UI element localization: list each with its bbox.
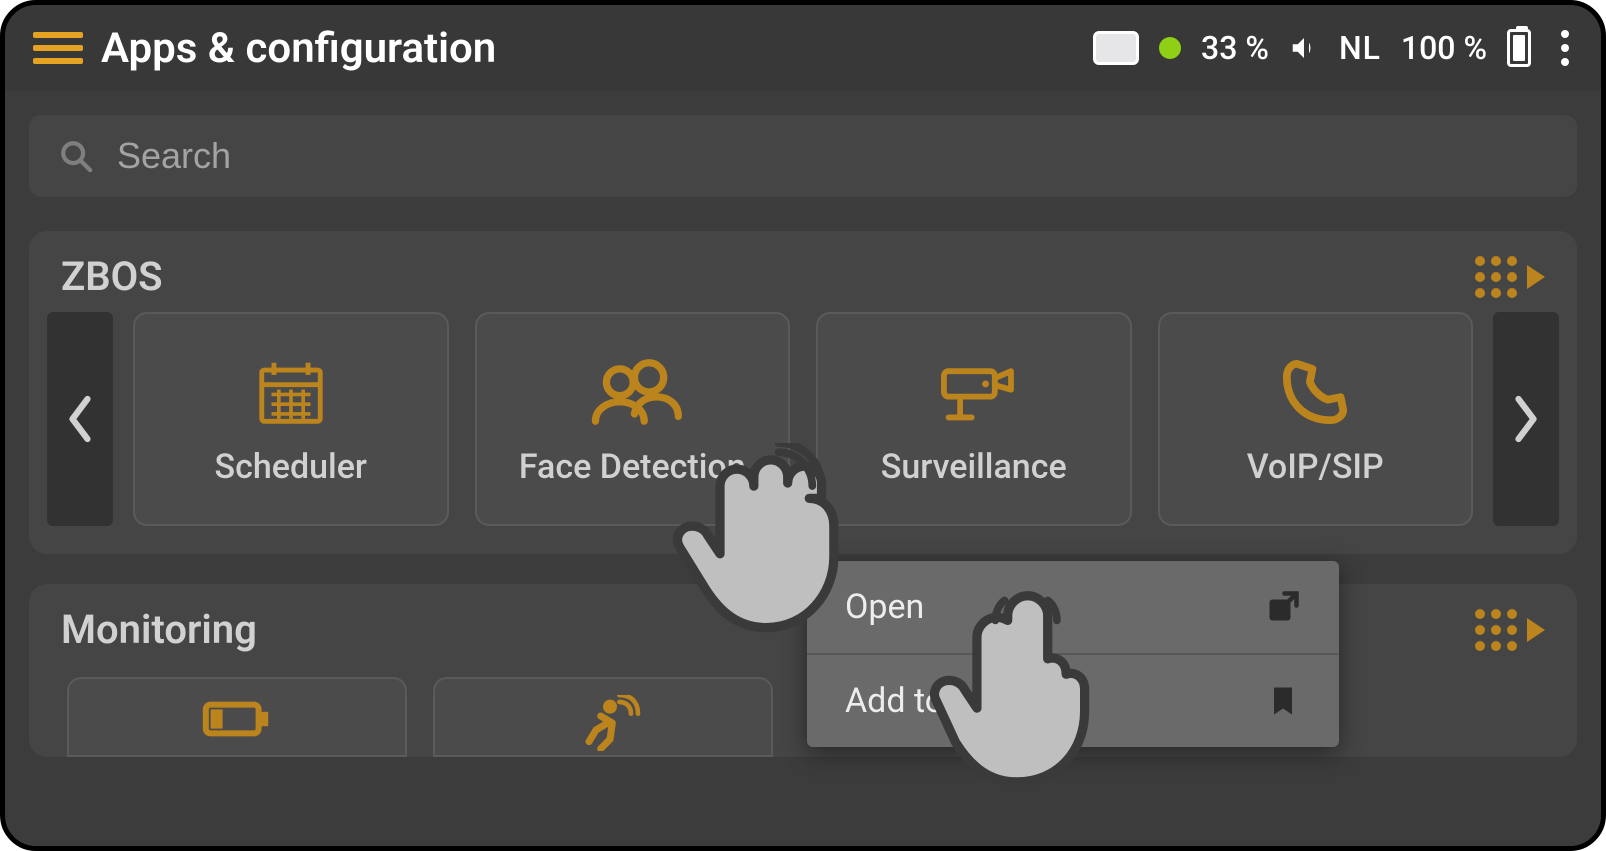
- tile-label: Face Detection: [519, 447, 746, 487]
- menu-button[interactable]: [33, 28, 83, 68]
- view-toggle-monitoring[interactable]: [1475, 609, 1545, 651]
- grid-icon: [1475, 609, 1517, 651]
- tile-monitoring-1[interactable]: [67, 677, 407, 757]
- tile-label: Scheduler: [215, 447, 367, 487]
- overflow-menu-button[interactable]: [1551, 24, 1579, 72]
- tile-monitoring-2[interactable]: [433, 677, 773, 757]
- device-frame: Apps & configuration 33 % NL 100 %: [0, 0, 1606, 851]
- camera-icon: [926, 351, 1022, 433]
- grid-icon: [1475, 256, 1517, 298]
- context-menu-add-sidebar[interactable]: Add to sidebar: [807, 653, 1339, 747]
- page-title: Apps & configuration: [101, 24, 1075, 73]
- chevron-right-icon: [1509, 394, 1543, 444]
- tile-face-detection[interactable]: Face Detection: [475, 312, 791, 526]
- search-icon: [59, 139, 93, 173]
- brightness-percent: 33 %: [1201, 29, 1269, 67]
- context-menu-label: Add to sidebar: [845, 681, 1065, 721]
- top-bar: Apps & configuration 33 % NL 100 %: [5, 5, 1601, 91]
- carousel-prev-button[interactable]: [47, 312, 113, 526]
- search-input[interactable]: [117, 135, 1547, 177]
- language-label[interactable]: NL: [1339, 29, 1381, 67]
- calendar-icon: [252, 351, 330, 433]
- display-icon: [1093, 31, 1139, 65]
- phone-icon: [1274, 351, 1356, 433]
- section-zbos: ZBOS: [29, 231, 1577, 554]
- people-icon: [582, 351, 682, 433]
- motion-icon: [558, 695, 648, 751]
- tile-label: Surveillance: [881, 447, 1067, 487]
- play-icon: [1527, 265, 1545, 289]
- zbos-carousel: Scheduler Face Detection: [47, 312, 1559, 526]
- tile-voip-sip[interactable]: VoIP/SIP: [1158, 312, 1474, 526]
- carousel-next-button[interactable]: [1493, 312, 1559, 526]
- section-title-monitoring: Monitoring: [61, 606, 257, 653]
- tile-scheduler[interactable]: Scheduler: [133, 312, 449, 526]
- tile-surveillance[interactable]: Surveillance: [816, 312, 1132, 526]
- status-dot-icon: [1159, 37, 1181, 59]
- section-title-zbos: ZBOS: [61, 253, 163, 300]
- open-external-icon: [1265, 589, 1301, 625]
- context-menu-label: Open: [845, 587, 924, 627]
- search-bar[interactable]: [29, 115, 1577, 197]
- bookmark-icon: [1265, 683, 1301, 719]
- content-area: ZBOS: [5, 91, 1601, 846]
- status-area: 33 % NL 100 %: [1093, 24, 1579, 72]
- context-menu-open[interactable]: Open: [807, 561, 1339, 653]
- volume-icon[interactable]: [1289, 33, 1319, 63]
- context-menu: Open Add to sidebar: [807, 561, 1339, 747]
- chevron-left-icon: [63, 394, 97, 444]
- battery-icon: [1507, 29, 1531, 67]
- play-icon: [1527, 618, 1545, 642]
- battery-low-icon: [197, 695, 277, 743]
- section-monitoring: Monitoring: [29, 584, 1577, 757]
- battery-percent: 100 %: [1401, 29, 1487, 67]
- tile-label: VoIP/SIP: [1247, 447, 1384, 487]
- view-toggle-zbos[interactable]: [1475, 256, 1545, 298]
